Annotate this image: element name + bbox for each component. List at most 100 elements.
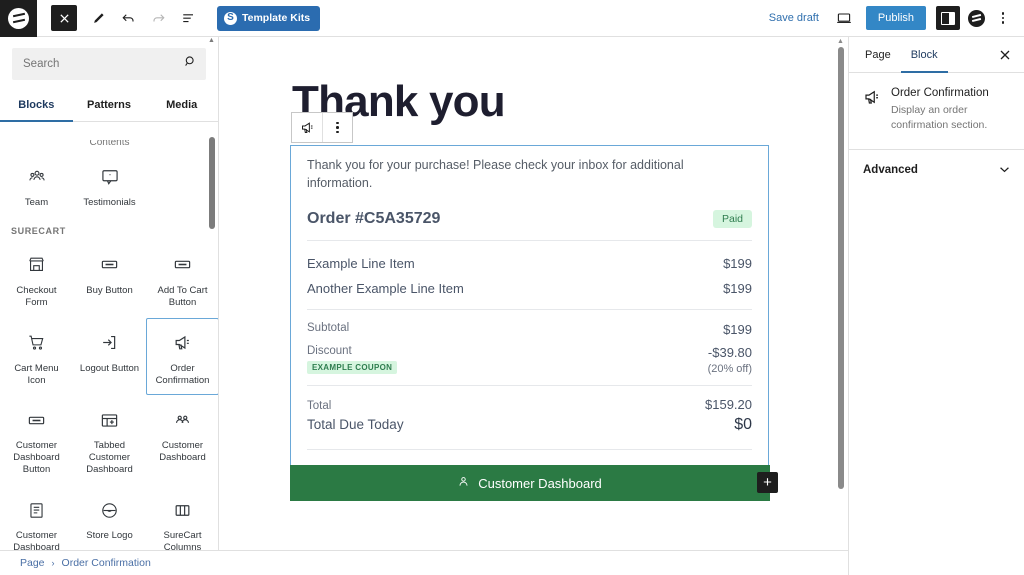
section-label-surecart: SURECART [11,225,66,236]
block-options-kebab-icon[interactable] [322,113,352,142]
team-icon [27,165,47,189]
redo-button[interactable] [143,3,173,33]
tab-page[interactable]: Page [855,37,901,73]
discount-row: Discount EXAMPLE COUPON -$39.80 (20% off… [307,341,752,379]
line-items-list: Example Line Item $199 Another Example L… [307,240,752,309]
line-item: Another Example Line Item $199 [307,276,752,301]
block-label: Testimonials [83,197,136,208]
save-draft-button[interactable]: Save draft [761,12,827,24]
block-label: Buy Button [86,284,133,296]
inserter-scrollbar[interactable] [209,137,215,229]
tab-block[interactable]: Block [900,37,948,73]
block-appender-button[interactable]: + [757,472,778,493]
canvas-scrollbar[interactable] [838,47,844,489]
subtotal-label: Subtotal [307,322,350,334]
block-info-card: Order Confirmation Display an order conf… [849,73,1024,151]
surecart-logo-icon [8,7,29,29]
block-item-logout-button[interactable]: Logout Button [73,318,146,396]
surecart-icon[interactable] [968,9,985,27]
breadcrumb-separator: › [51,558,55,568]
columns-icon [173,498,192,522]
discount-right: -$39.80 (20% off) [708,345,752,375]
inserter-search-wrap [0,37,218,80]
editor-canvas: ▲ Thank you Thank you for your purchase!… [219,37,848,575]
wordpress-site-logo-button[interactable] [0,0,37,37]
preview-desktop-icon[interactable] [829,3,859,33]
block-label: Add To Cart Button [157,284,208,308]
customer-dashboard-button-label: Customer Dashboard [478,475,602,491]
customer-dashboard-button[interactable]: Customer Dashboard [289,465,770,501]
template-kits-label: Template Kits [242,12,311,24]
tab-blocks[interactable]: Blocks [0,90,73,122]
block-inserter-panel: Blocks Patterns Media Contents Team ” Te… [0,37,219,575]
discount-note: (20% off) [707,363,752,375]
tab-patterns[interactable]: Patterns [73,90,146,122]
block-item-tabbed-customer-dashboard[interactable]: Tabbed Customer Dashboard [73,395,146,485]
coupon-badge: EXAMPLE COUPON [307,361,398,374]
publish-button[interactable]: Publish [865,6,926,30]
button-icon [173,253,192,277]
block-item-testimonials[interactable]: ” Testimonials [73,152,146,218]
close-icon[interactable] [992,42,1018,68]
breadcrumb-item-order-confirmation[interactable]: Order Confirmation [62,557,151,569]
search-input[interactable] [23,58,184,70]
advanced-label: Advanced [863,164,918,177]
block-item-cart-menu-icon[interactable]: Cart Menu Icon [0,318,73,396]
breadcrumb: Page › Order Confirmation [0,550,848,575]
edit-tool-button[interactable] [83,3,113,33]
advanced-panel-toggle[interactable]: Advanced [849,150,1024,190]
order-confirmation-block[interactable]: Thank you for your purchase! Please chec… [289,145,778,501]
block-item-order-confirmation[interactable]: Order Confirmation [146,317,218,396]
order-intro-text: Thank you for your purchase! Please chec… [307,158,684,190]
search-box[interactable] [12,48,206,80]
settings-tabs: Page Block [849,37,1024,73]
subtotal-row: Subtotal $199 [307,318,752,341]
megaphone-icon[interactable] [292,113,322,142]
inserter-scroll-up-arrow[interactable]: ▲ [208,37,215,44]
line-item-label: Example Line Item [307,256,415,271]
editor-top-bar: S Template Kits Save draft Publish [0,0,1024,37]
cart-icon [27,331,46,355]
block-label: Cart Menu Icon [14,362,59,386]
block-label: Customer Dashboard [159,440,206,464]
subtotal-amount: $199 [723,322,752,337]
options-kebab-icon[interactable] [991,6,1015,30]
block-description: Display an order confirmation section. [891,104,988,132]
line-item-amount: $199 [723,281,752,296]
block-label: Store Logo [86,530,133,541]
tab-media[interactable]: Media [145,90,218,122]
grand-total-section: Total $159.20 Total Due Today $0 [307,385,752,438]
top-bar-right-tools: Save draft Publish [761,3,1024,33]
block-item-buy-button[interactable]: Buy Button [73,240,146,318]
template-kits-badge-icon: S [224,11,237,25]
block-label: Tabbed Customer Dashboard [86,440,133,476]
surecart-block-grid: Checkout Form Buy Button Add To Cart But… [0,240,218,575]
close-inserter-button[interactable] [51,5,77,31]
discount-amount: -$39.80 [707,345,752,360]
total-amount: $159.20 [705,397,752,412]
block-item-team[interactable]: Team [0,152,73,218]
block-label: Team [24,197,49,208]
inserter-block-list[interactable]: Contents Team ” Testimonials SURECART Ch… [0,140,218,575]
settings-panel-icon[interactable] [936,6,960,30]
people-icon [173,408,192,432]
order-header: Order #C5A35729 Paid [307,192,752,240]
block-name: Order Confirmation [891,87,989,99]
total-due-amount: $0 [734,416,752,433]
block-item-customer-dashboard[interactable]: Customer Dashboard [146,395,218,485]
status-badge: Paid [712,210,752,228]
svg-text:”: ” [108,174,111,180]
breadcrumb-item-page[interactable]: Page [20,557,45,569]
undo-button[interactable] [113,3,143,33]
line-item-label: Another Example Line Item [307,281,464,296]
top-bar-left-tools: S Template Kits [37,3,321,33]
block-item-add-to-cart-button[interactable]: Add To Cart Button [146,240,218,318]
line-item: Example Line Item $199 [307,251,752,276]
block-item-customer-dashboard-button[interactable]: Customer Dashboard Button [0,395,73,485]
discount-left: Discount EXAMPLE COUPON [307,345,398,374]
canvas-scroll-up-arrow[interactable]: ▲ [837,38,844,45]
list-view-button[interactable] [173,3,203,33]
template-kits-button[interactable]: S Template Kits [217,5,321,31]
block-label: Customer Dashboard Button [13,440,60,476]
block-item-checkout-form[interactable]: Checkout Form [0,240,73,318]
